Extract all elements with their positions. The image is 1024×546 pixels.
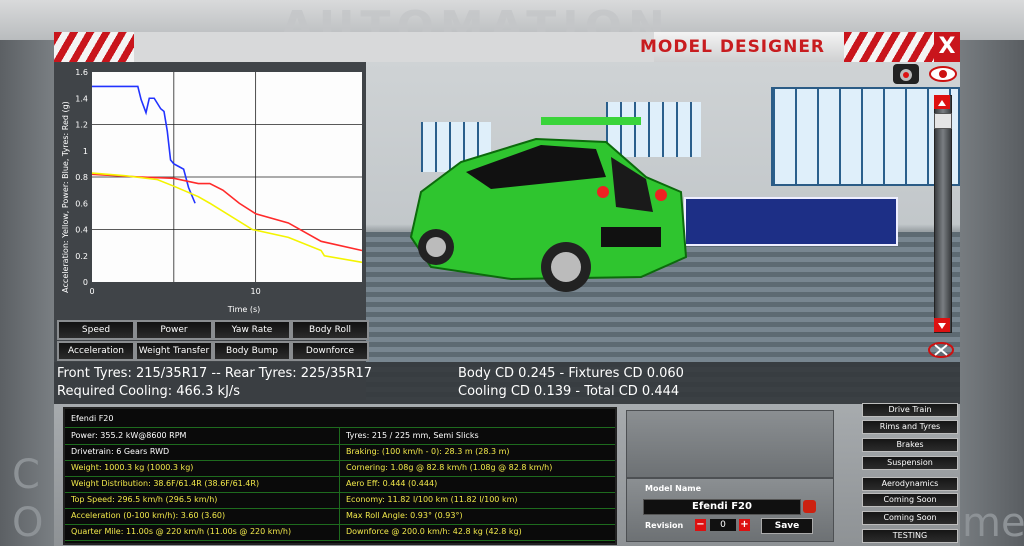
graph-button-panel: Speed Power Yaw Rate Body Roll Accelerat… xyxy=(54,318,369,362)
stats-header-row: Efendi F20 xyxy=(65,411,615,428)
aerodynamics-button[interactable]: Aerodynamics xyxy=(862,477,958,491)
decorative-stripes xyxy=(54,32,134,62)
y-tick-label: 1.6 xyxy=(75,68,88,77)
graph-weight-transfer-button[interactable]: Weight Transfer xyxy=(135,341,213,361)
stat-left: Quarter Mile: 11.00s @ 220 km/h (11.00s … xyxy=(65,524,340,540)
stat-right: Tyres: 215 / 225 mm, Semi Slicks xyxy=(346,431,479,440)
camera-icon[interactable] xyxy=(893,64,919,84)
graph-body-bump-button[interactable]: Body Bump xyxy=(213,341,291,361)
stats-row: Acceleration (0-100 km/h): 3.60 (3.60) Ma… xyxy=(65,508,615,525)
scroll-down-button[interactable] xyxy=(934,318,950,332)
stats-row: Drivetrain: 6 Gears RWD Braking: (100 km/… xyxy=(65,444,615,461)
stats-row: Quarter Mile: 11.00s @ 220 km/h (11.00s … xyxy=(65,524,615,541)
model-name-label: Model Name xyxy=(645,484,701,493)
drive-train-button[interactable]: Drive Train xyxy=(862,403,958,417)
revision-label: Revision xyxy=(645,521,684,530)
brakes-button[interactable]: Brakes xyxy=(862,438,958,452)
car-viewport[interactable] xyxy=(366,62,960,400)
stat-right: Economy: 11.82 l/100 km (11.82 l/100 km) xyxy=(346,495,518,504)
window-title: MODEL DESIGNER xyxy=(640,37,826,57)
y-tick-label: 0.8 xyxy=(75,173,88,182)
performance-graph: 0 0.2 0.4 0.6 0.8 1 1.2 1.4 1.6 0 10 Time (s) Acce… xyxy=(54,62,366,318)
zoom-scrollbar[interactable] xyxy=(934,95,952,333)
window-titlebar: MODEL DESIGNER X xyxy=(54,32,960,63)
stat-right: Max Roll Angle: 0.93° (0.93°) xyxy=(346,511,463,520)
suspension-button[interactable]: Suspension xyxy=(862,456,958,470)
car-model xyxy=(409,117,688,292)
stat-right: Braking: (100 km/h - 0): 28.3 m (28.3 m) xyxy=(346,447,510,456)
stat-left: Weight: 1000.3 kg (1000.3 kg) xyxy=(65,460,340,476)
graph-svg: 0 0.2 0.4 0.6 0.8 1 1.2 1.4 1.6 0 10 Time (s) Acce… xyxy=(61,68,363,314)
stat-right: Cornering: 1.08g @ 82.8 km/h (1.08g @ 82… xyxy=(346,463,553,472)
drag-total-text: Cooling CD 0.139 - Total CD 0.444 xyxy=(458,384,680,399)
background-ghost-text: C xyxy=(12,452,40,498)
save-button[interactable]: Save xyxy=(761,518,813,534)
metal-plate xyxy=(626,410,834,478)
summary-strip: Front Tyres: 215/35R17 -- Rear Tyres: 22… xyxy=(54,362,960,404)
y-tick-label: 1.2 xyxy=(75,121,88,130)
y-tick-label: 0.4 xyxy=(75,226,88,235)
drag-text: Body CD 0.245 - Fixtures CD 0.060 xyxy=(458,366,684,381)
stats-row: Top Speed: 296.5 km/h (296.5 km/h) Econom… xyxy=(65,492,615,509)
revision-value: 0 xyxy=(710,519,736,531)
titlebar-band xyxy=(134,32,654,62)
garage-window xyxy=(771,87,960,186)
x-tick-label: 10 xyxy=(251,287,261,296)
model-name-panel: Model Name Efendi F20 Revision − 0 + Sav… xyxy=(626,478,834,542)
stats-table: Efendi F20 Power: 355.2 kW@8600 RPM Tyres… xyxy=(63,407,617,545)
y-tick-label: 0.6 xyxy=(75,199,88,208)
scrollbar-thumb[interactable] xyxy=(934,113,952,129)
scroll-up-button[interactable] xyxy=(934,95,950,109)
workbench xyxy=(684,197,898,246)
y-tick-label: 1.4 xyxy=(75,94,88,103)
stats-row: Power: 355.2 kW@8600 RPM Tyres: 215 / 225… xyxy=(65,428,615,445)
decorative-stripes xyxy=(844,32,934,62)
stat-left: Power: 355.2 kW@8600 RPM xyxy=(65,428,340,444)
randomize-icon[interactable] xyxy=(803,500,816,513)
y-tick-label: 0 xyxy=(83,278,88,287)
car-name: Efendi F20 xyxy=(71,414,114,423)
tyres-text: Front Tyres: 215/35R17 -- Rear Tyres: 22… xyxy=(57,366,373,381)
stat-left: Weight Distribution: 38.6F/61.4R (38.6F/… xyxy=(65,476,340,492)
graph-speed-button[interactable]: Speed xyxy=(57,320,135,340)
stats-row: Weight: 1000.3 kg (1000.3 kg) Cornering: … xyxy=(65,460,615,477)
stat-right: Aero Eff: 0.444 (0.444) xyxy=(346,479,438,488)
graph-acceleration-button[interactable]: Acceleration xyxy=(57,341,135,361)
revision-increment-button[interactable]: + xyxy=(739,519,750,531)
stat-right: Downforce @ 200.0 km/h: 42.8 kg (42.8 kg… xyxy=(346,527,522,536)
x-tick-label: 0 xyxy=(89,287,94,296)
background-right xyxy=(960,40,1024,546)
cooling-text: Required Cooling: 466.3 kJ/s xyxy=(57,384,241,399)
coming-soon-button[interactable]: Coming Soon xyxy=(862,493,958,507)
graph-body-roll-button[interactable]: Body Roll xyxy=(291,320,369,340)
background-ghost-text: O xyxy=(12,500,44,546)
stat-left: Acceleration (0-100 km/h): 3.60 (3.60) xyxy=(65,508,340,524)
y-tick-label: 0.2 xyxy=(75,252,88,261)
eye-icon[interactable] xyxy=(928,64,958,84)
rims-and-tyres-button[interactable]: Rims and Tyres xyxy=(862,420,958,434)
model-name-input[interactable]: Efendi F20 xyxy=(643,499,801,515)
background-ghost-text: me xyxy=(962,500,1024,546)
graph-downforce-button[interactable]: Downforce xyxy=(291,341,369,361)
graph-yaw-rate-button[interactable]: Yaw Rate xyxy=(213,320,291,340)
close-button[interactable]: X xyxy=(934,32,960,62)
graph-power-button[interactable]: Power xyxy=(135,320,213,340)
stat-left: Top Speed: 296.5 km/h (296.5 km/h) xyxy=(65,492,340,508)
y-tick-label: 1 xyxy=(83,147,88,156)
testing-button[interactable]: TESTING xyxy=(862,529,958,543)
graph-xlabel: Time (s) xyxy=(227,305,261,314)
stat-left: Drivetrain: 6 Gears RWD xyxy=(65,444,340,460)
revision-decrement-button[interactable]: − xyxy=(695,519,706,531)
coming-soon-button[interactable]: Coming Soon xyxy=(862,511,958,525)
stats-row: Weight Distribution: 38.6F/61.4R (38.6F/… xyxy=(65,476,615,493)
graph-ylabel: Acceleration: Yellow, Power: Blue, Tyres… xyxy=(61,101,70,293)
reset-view-icon[interactable] xyxy=(927,340,955,360)
